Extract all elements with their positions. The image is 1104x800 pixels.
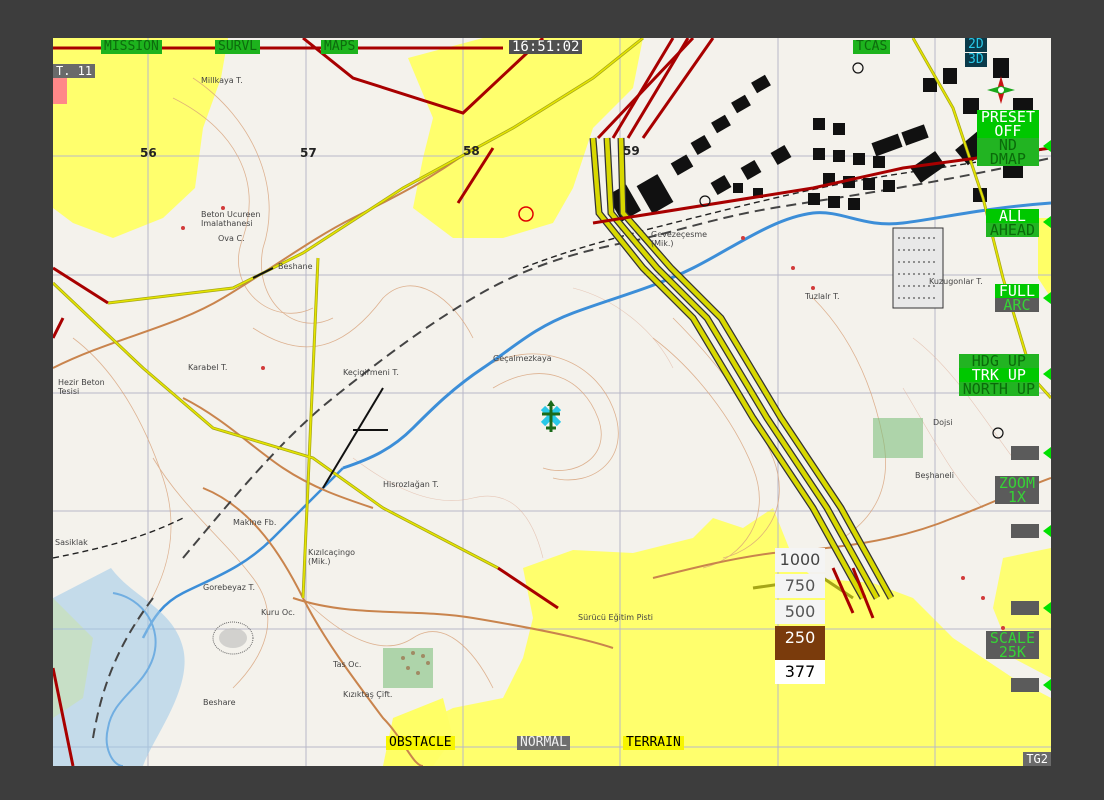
map-display[interactable]: 56 57 58 59 Millkaya T. Beton Ucureen Im…	[53, 38, 1051, 766]
place-name: Beshane	[278, 262, 313, 271]
place-name: Beton Ucureen Imalathanesi	[201, 210, 261, 228]
corner-label-br: TG2	[1023, 752, 1051, 766]
grid-number: 58	[463, 144, 480, 158]
alt-band-250: 250	[775, 626, 825, 660]
place-name: Kuzugonlar T.	[929, 277, 983, 286]
orientation-button[interactable]: HDG UP TRK UP NORTH UP	[958, 354, 1039, 397]
scale-key[interactable]	[1011, 678, 1039, 692]
zoom-out-pointer-icon	[1043, 602, 1051, 614]
place-name: Gorebeyaz T.	[203, 583, 255, 592]
normal-button[interactable]: NORMAL	[517, 736, 570, 750]
view-3d-button[interactable]: 3D	[965, 53, 987, 67]
place-name: Geçalmezkaya	[493, 354, 552, 363]
grid-number: 56	[140, 146, 157, 160]
blank-key-pointer-icon	[1043, 447, 1051, 459]
alt-band-1000: 1000	[775, 548, 825, 572]
zoom-pointer-icon	[1043, 525, 1051, 537]
scale-value: 25K	[985, 645, 1039, 660]
arc-arc-option: ARC	[994, 298, 1039, 313]
terrain-button[interactable]: TERRAIN	[623, 736, 684, 750]
place-name: Dojsi	[933, 418, 953, 427]
ahead-pointer-icon	[1043, 216, 1051, 228]
place-name: Keçigirmeni T.	[343, 368, 399, 377]
arc-pointer-icon	[1043, 292, 1051, 304]
place-name: Beshare	[203, 698, 236, 707]
place-name: Kızıktaş Çift.	[343, 690, 393, 699]
place-name: Sasiklak	[55, 538, 88, 547]
current-altitude: 377	[775, 660, 825, 684]
compass-rose-icon	[987, 76, 1015, 104]
tcas-button[interactable]: TCAS	[853, 40, 891, 54]
zoom-button[interactable]: ZOOM 1X	[994, 476, 1039, 505]
place-name: Kuru Oc.	[261, 608, 296, 617]
grid-number: 57	[300, 146, 317, 160]
grid-number: 59	[623, 144, 640, 158]
zoom-in-key[interactable]	[1011, 524, 1039, 538]
alt-band-750: 750	[775, 574, 825, 598]
ahead-ahead-option: AHEAD	[985, 223, 1039, 238]
place-name: Hisrozlağan T.	[383, 480, 439, 489]
place-name: Kızılcaçingo (Mik.)	[308, 548, 356, 566]
scale-pointer-icon	[1043, 679, 1051, 691]
place-name: Tuzlalr T.	[805, 292, 840, 301]
preset-dmap-option: DMAP	[976, 152, 1039, 167]
orientation-pointer-icon	[1043, 368, 1051, 380]
place-name: Tas Oc.	[333, 660, 362, 669]
place-name: Ova C.	[218, 234, 245, 243]
preset-pointer-icon	[1043, 140, 1051, 152]
place-name: Beşhaneli	[915, 471, 954, 480]
scale-button[interactable]: SCALE 25K	[985, 631, 1039, 660]
place-name: Sürücü Eğitim Pisti	[578, 613, 653, 622]
zoom-value: 1X	[994, 490, 1039, 505]
arc-button[interactable]: FULL ARC	[994, 284, 1039, 313]
blank-soft-key[interactable]	[1011, 446, 1039, 460]
ahead-button[interactable]: ALL AHEAD	[985, 209, 1039, 238]
clock-time: 16:51:02	[509, 40, 583, 54]
ownship-aircraft-icon	[540, 400, 562, 432]
place-name: Makine Fb.	[233, 518, 277, 527]
topographic-map[interactable]	[53, 38, 1051, 766]
survl-button[interactable]: SURVL	[215, 40, 261, 54]
place-name: Millkaya T.	[201, 76, 243, 85]
mission-button[interactable]: MISSION	[101, 40, 162, 54]
place-name: Karabel T.	[188, 363, 228, 372]
maps-button[interactable]: MAPS	[321, 40, 359, 54]
alt-band-500: 500	[775, 600, 825, 624]
obstacle-button[interactable]: OBSTACLE	[386, 736, 455, 750]
place-name: Hezir Beton Tesisi	[58, 378, 105, 396]
zoom-out-key[interactable]	[1011, 601, 1039, 615]
orientation-north-up-option: NORTH UP	[958, 382, 1039, 397]
place-name: Gevezeçesme (Mik.)	[651, 230, 708, 248]
preset-button[interactable]: PRESET OFF ND DMAP	[976, 110, 1039, 167]
corner-label-tl: T. 11	[53, 64, 96, 78]
view-2d-button[interactable]: 2D	[965, 38, 987, 52]
